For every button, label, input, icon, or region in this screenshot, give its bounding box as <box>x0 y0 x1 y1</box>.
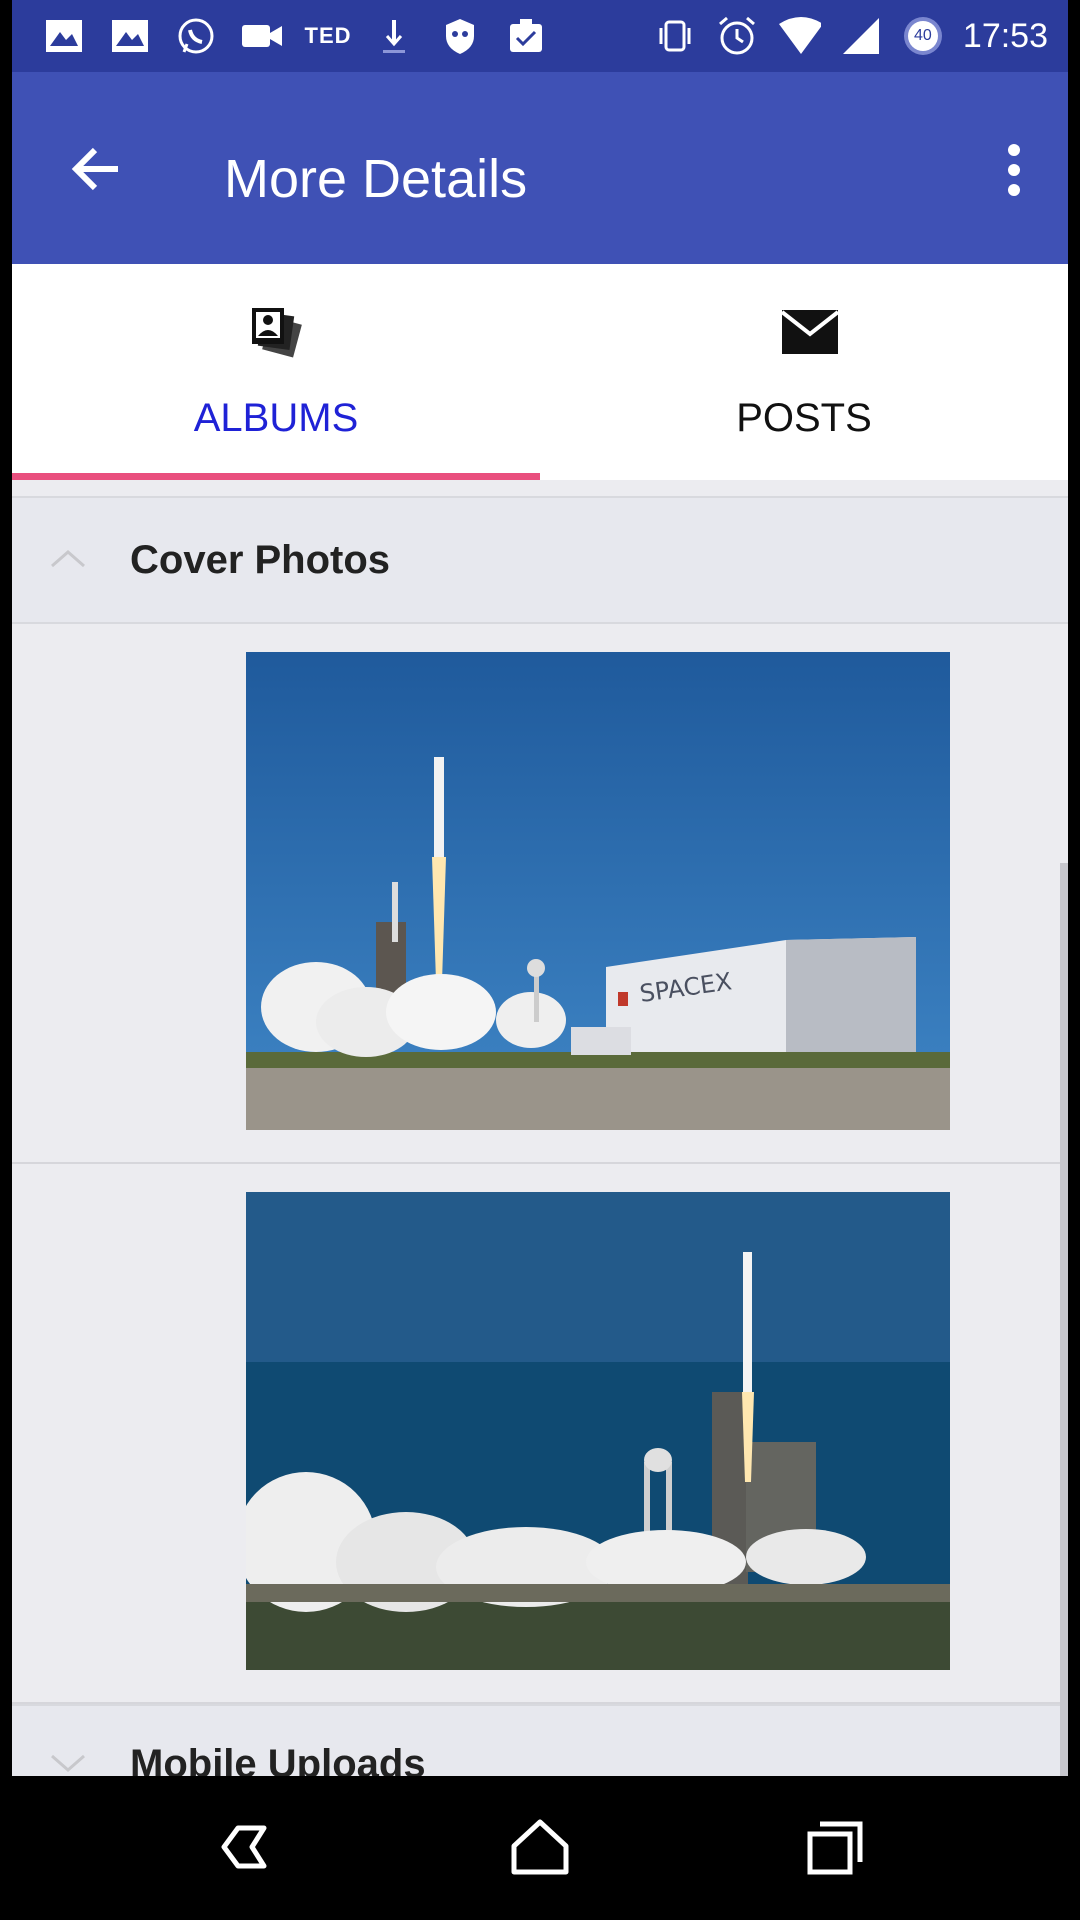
status-time: 17:53 <box>962 16 1048 55</box>
rocket-launch-photo[interactable]: SPACEX <box>246 652 950 1130</box>
alarm-icon <box>715 16 759 56</box>
status-bar: TED 40 17:53 <box>12 0 1068 72</box>
app-bar: More Details <box>12 72 1068 264</box>
scrollbar[interactable] <box>1060 863 1068 1776</box>
shield-icon <box>438 16 482 56</box>
tab-bar: ALBUMS POSTS <box>12 264 1068 480</box>
video-icon <box>240 16 284 56</box>
photo-album-icon <box>246 302 306 362</box>
navigation-bar <box>0 1776 1080 1920</box>
ted-icon: TED <box>304 23 352 48</box>
albums-list[interactable]: Cover Photos SPACEX Mobile Uploads <box>12 480 1068 1776</box>
photo-icon <box>42 16 86 56</box>
battery-icon: 40 <box>901 16 945 56</box>
download-icon <box>372 16 416 56</box>
photo-icon <box>108 16 152 56</box>
album-title: Cover Photos <box>130 538 391 582</box>
more-vert-icon[interactable] <box>994 140 1034 200</box>
page-title: More Details <box>224 149 528 209</box>
tab-indicator <box>12 473 540 480</box>
list-item <box>12 1162 1068 1704</box>
tab-label: ALBUMS <box>193 396 359 440</box>
recents-icon[interactable] <box>794 1812 874 1882</box>
mail-icon <box>780 302 840 362</box>
tab-albums[interactable]: ALBUMS <box>12 264 540 480</box>
tab-posts[interactable]: POSTS <box>540 264 1068 480</box>
list-item: SPACEX <box>12 622 1068 1164</box>
album-group-header[interactable]: Cover Photos <box>12 496 1068 624</box>
album-title: Mobile Uploads <box>130 1742 426 1776</box>
vibrate-icon <box>653 16 697 56</box>
tab-label: POSTS <box>736 396 872 440</box>
signal-icon <box>839 16 883 56</box>
album-group-header[interactable]: Mobile Uploads <box>12 1704 1068 1776</box>
chevron-up-icon[interactable] <box>48 542 88 574</box>
wifi-icon <box>777 16 821 56</box>
back-icon[interactable] <box>208 1812 288 1882</box>
arrow-back-icon[interactable] <box>62 134 132 204</box>
clipboard-icon <box>504 16 548 56</box>
home-icon[interactable] <box>500 1812 580 1882</box>
whatsapp-icon <box>174 16 218 56</box>
chevron-down-icon[interactable] <box>48 1746 88 1776</box>
rocket-launch-photo[interactable] <box>246 1192 950 1670</box>
